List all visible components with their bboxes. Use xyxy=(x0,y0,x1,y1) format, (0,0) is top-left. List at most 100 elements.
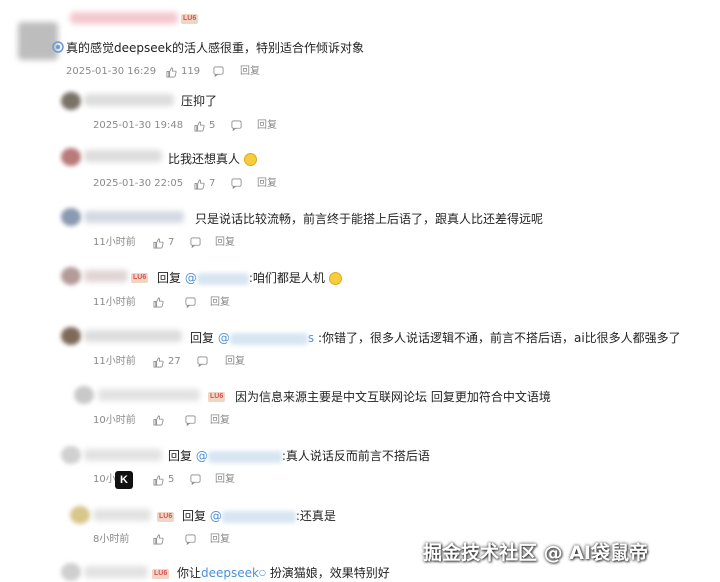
like-count: 119 xyxy=(181,66,201,77)
mention-at: @ xyxy=(217,331,230,345)
avatar[interactable] xyxy=(70,506,90,524)
reply-button[interactable]: 回复 xyxy=(240,65,260,79)
avatar[interactable] xyxy=(61,563,81,581)
comment-icon[interactable] xyxy=(185,297,196,308)
comment-icon[interactable] xyxy=(190,237,201,248)
thumbs-up-icon xyxy=(153,475,164,486)
thumbs-up-icon xyxy=(153,357,164,368)
comment-text-content: 比我还想真人 xyxy=(168,152,241,166)
comment-icon[interactable] xyxy=(231,178,242,189)
comment-text: 你让deepseek○ 扮演猫娘，效果特别好 xyxy=(177,565,390,581)
timestamp: 10小 xyxy=(93,474,116,485)
username[interactable] xyxy=(84,566,148,578)
username[interactable] xyxy=(98,389,200,401)
avatar[interactable] xyxy=(61,446,81,464)
username[interactable] xyxy=(84,94,174,106)
thumbs-up-icon[interactable] xyxy=(153,415,164,426)
timestamp: 2025-01-30 19:48 xyxy=(93,120,184,131)
avatar[interactable] xyxy=(61,267,81,285)
mention-link[interactable]: @ xyxy=(185,271,249,285)
timestamp: 11小时前 xyxy=(93,237,136,248)
mention-link[interactable]: @ s xyxy=(218,331,314,345)
avatar[interactable] xyxy=(61,148,81,166)
comment-text: 因为信息来源主要是中文互联网论坛 回复更加符合中文语境 xyxy=(235,390,551,404)
search-icon: ○ xyxy=(258,568,266,577)
comment-icon[interactable] xyxy=(197,356,208,367)
reply-button[interactable]: 回复 xyxy=(257,177,277,191)
redacted-username xyxy=(196,272,249,285)
username[interactable] xyxy=(84,150,162,162)
comment-icon[interactable] xyxy=(190,474,201,485)
reply-prefix: 回复 xyxy=(168,449,193,463)
username[interactable] xyxy=(84,330,182,342)
comment-text: 比我还想真人 xyxy=(168,151,257,167)
reply-button[interactable]: 回复 xyxy=(210,296,230,310)
mention-at: @ xyxy=(209,509,222,523)
timestamp: 2025-01-30 22:05 xyxy=(93,178,184,189)
thumbs-up-icon xyxy=(166,67,177,78)
thumbs-up-icon xyxy=(194,121,205,132)
comment-text: 回复 @:真人说话反而前言不搭后语 xyxy=(168,448,430,464)
level-badge: LU6 xyxy=(208,392,226,402)
like-button[interactable]: 119 xyxy=(166,65,200,79)
like-count: 27 xyxy=(168,356,181,367)
avatar[interactable] xyxy=(74,386,94,404)
comment-text: 压抑了 xyxy=(181,94,218,108)
comment-icon[interactable] xyxy=(185,534,196,545)
comment-icon[interactable] xyxy=(185,415,196,426)
mention-at: @ xyxy=(184,271,197,285)
like-button[interactable]: 27 xyxy=(153,355,181,369)
avatar[interactable] xyxy=(61,208,81,226)
timestamp: 11小时前 xyxy=(93,297,136,308)
reply-button[interactable]: 回复 xyxy=(215,236,235,250)
comment-text-content: :还真是 xyxy=(295,509,336,523)
comment-text: 回复 @ :还真是 xyxy=(182,508,336,524)
like-button[interactable]: 5 xyxy=(194,119,215,133)
like-count: 5 xyxy=(168,474,175,485)
reply-button[interactable]: 回复 xyxy=(210,414,230,428)
timestamp: 2025-01-30 16:29 xyxy=(66,66,157,77)
vip-icon xyxy=(52,41,64,53)
username[interactable] xyxy=(84,270,128,282)
like-count: 7 xyxy=(209,178,216,189)
redacted-username xyxy=(229,332,308,345)
avatar[interactable] xyxy=(61,92,81,110)
mention-link[interactable]: deepseek xyxy=(201,566,259,580)
like-button[interactable]: 7 xyxy=(194,177,215,191)
level-badge: LU6 xyxy=(131,273,149,283)
username[interactable] xyxy=(84,211,184,223)
thumbs-up-icon xyxy=(153,238,164,249)
avatar[interactable] xyxy=(61,327,81,345)
username[interactable] xyxy=(93,509,151,521)
comment-text-content: :咱们都是人机 xyxy=(248,271,325,285)
like-button[interactable]: 5 xyxy=(153,473,174,487)
username[interactable] xyxy=(84,449,162,461)
laugh-emoji-icon xyxy=(328,272,342,285)
level-badge: LU6 xyxy=(181,14,199,24)
level-badge: LU6 xyxy=(152,569,170,579)
thumbs-up-icon[interactable] xyxy=(153,297,164,308)
thumbs-up-icon[interactable] xyxy=(153,534,164,545)
timestamp: 8小时前 xyxy=(93,534,130,545)
like-button[interactable]: 7 xyxy=(153,236,174,250)
comment-text: 真的感觉deepseek的活人感很重，特别适合作倾诉对象 xyxy=(66,41,364,55)
mention-tail: s xyxy=(307,331,315,345)
mention-link[interactable]: @ xyxy=(210,509,296,523)
reply-button[interactable]: 回复 xyxy=(225,355,245,369)
comment-text-content: :真人说话反而前言不搭后语 xyxy=(281,449,430,463)
comment-icon[interactable] xyxy=(231,120,242,131)
comment-text: 回复 @ :咱们都是人机 xyxy=(157,270,342,286)
reply-prefix: 回复 xyxy=(157,271,182,285)
username[interactable] xyxy=(70,12,178,24)
thumbs-up-icon xyxy=(194,179,205,190)
smile-emoji-icon xyxy=(243,153,257,166)
redacted-username xyxy=(207,450,282,463)
mention-link[interactable]: @ xyxy=(196,449,282,463)
reply-button[interactable]: 回复 xyxy=(210,533,230,547)
like-count: 5 xyxy=(209,120,216,131)
reply-prefix: 回复 xyxy=(182,509,207,523)
reply-button[interactable]: 回复 xyxy=(215,473,235,487)
comment-icon[interactable] xyxy=(213,66,224,77)
reply-button[interactable]: 回复 xyxy=(257,119,277,133)
redacted-username xyxy=(221,510,296,523)
